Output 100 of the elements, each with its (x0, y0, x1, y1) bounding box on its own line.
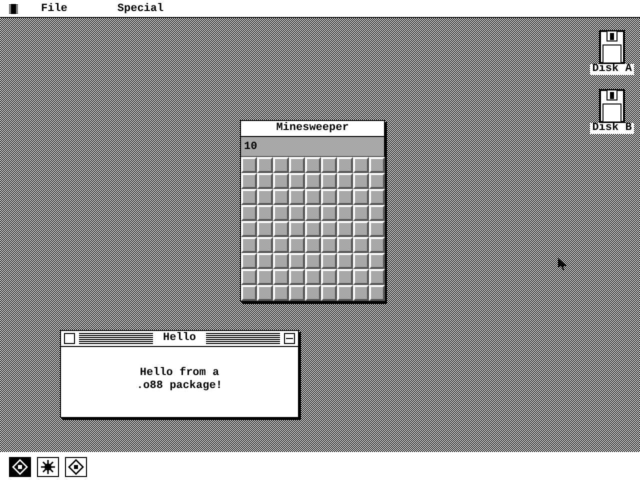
mine-cell[interactable] (353, 269, 369, 285)
mine-cell[interactable] (273, 205, 289, 221)
mine-cell[interactable] (321, 205, 337, 221)
mine-cell[interactable] (273, 237, 289, 253)
mine-cell[interactable] (257, 189, 273, 205)
mouse-pointer-icon (558, 258, 567, 271)
mine-counter: 10 (244, 140, 258, 152)
disk-label: Disk B (590, 123, 634, 134)
mine-cell[interactable] (353, 173, 369, 189)
mine-cell[interactable] (241, 285, 257, 301)
mine-cell[interactable] (337, 189, 353, 205)
mine-cell[interactable] (369, 253, 385, 269)
mine-cell[interactable] (369, 173, 385, 189)
mine-cell[interactable] (337, 205, 353, 221)
mine-cell[interactable] (369, 189, 385, 205)
disk-label: Disk A (590, 64, 634, 75)
mine-cell[interactable] (305, 253, 321, 269)
system-menu-icon[interactable] (9, 4, 18, 14)
mine-cell[interactable] (321, 285, 337, 301)
mine-cell[interactable] (353, 285, 369, 301)
close-box[interactable] (64, 333, 75, 344)
mine-cell[interactable] (289, 157, 305, 173)
mine-cell[interactable] (241, 253, 257, 269)
mine-cell[interactable] (337, 157, 353, 173)
mine-cell[interactable] (369, 205, 385, 221)
mine-cell[interactable] (273, 285, 289, 301)
taskbar-button[interactable] (65, 457, 87, 477)
taskbar-button[interactable] (9, 457, 31, 477)
menu-item[interactable]: Special (114, 0, 167, 16)
mine-cell[interactable] (353, 157, 369, 173)
mine-cell[interactable] (289, 269, 305, 285)
mine-cell[interactable] (369, 269, 385, 285)
mine-cell[interactable] (353, 253, 369, 269)
mine-cell[interactable] (337, 269, 353, 285)
mine-cell[interactable] (241, 189, 257, 205)
mine-cell[interactable] (257, 237, 273, 253)
mine-cell[interactable] (273, 269, 289, 285)
diamond-icon (12, 459, 28, 475)
mine-cell[interactable] (337, 173, 353, 189)
mine-cell[interactable] (241, 221, 257, 237)
mine-cell[interactable] (305, 237, 321, 253)
mine-cell[interactable] (321, 237, 337, 253)
mine-cell[interactable] (257, 205, 273, 221)
mine-cell[interactable] (289, 189, 305, 205)
mine-cell[interactable] (321, 221, 337, 237)
mine-cell[interactable] (353, 205, 369, 221)
mine-cell[interactable] (241, 205, 257, 221)
mine-cell[interactable] (289, 205, 305, 221)
mine-cell[interactable] (337, 237, 353, 253)
mine-cell[interactable] (241, 237, 257, 253)
starburst-icon (40, 459, 56, 475)
mine-cell[interactable] (321, 189, 337, 205)
mine-cell[interactable] (305, 189, 321, 205)
mine-cell[interactable] (305, 205, 321, 221)
mine-cell[interactable] (241, 269, 257, 285)
mine-cell[interactable] (321, 253, 337, 269)
mine-cell[interactable] (353, 237, 369, 253)
mine-cell[interactable] (337, 253, 353, 269)
mine-cell[interactable] (289, 221, 305, 237)
mine-cell[interactable] (305, 269, 321, 285)
mine-cell[interactable] (273, 173, 289, 189)
mine-cell[interactable] (273, 157, 289, 173)
window-title: Minesweeper (275, 122, 350, 135)
full-box[interactable] (284, 333, 296, 344)
mine-cell[interactable] (369, 237, 385, 253)
mine-cell[interactable] (353, 189, 369, 205)
mine-cell[interactable] (273, 221, 289, 237)
mine-cell[interactable] (305, 173, 321, 189)
mine-cell[interactable] (241, 173, 257, 189)
mine-cell[interactable] (289, 173, 305, 189)
mine-cell[interactable] (257, 173, 273, 189)
mine-cell[interactable] (241, 157, 257, 173)
mine-cell[interactable] (273, 189, 289, 205)
mine-cell[interactable] (369, 157, 385, 173)
mine-cell[interactable] (305, 157, 321, 173)
mine-cell[interactable] (321, 173, 337, 189)
mine-cell[interactable] (257, 221, 273, 237)
title-bar[interactable]: Hello (61, 331, 298, 347)
diamond-icon (68, 459, 84, 475)
mine-cell[interactable] (273, 253, 289, 269)
mine-cell[interactable] (289, 253, 305, 269)
mine-cell[interactable] (289, 237, 305, 253)
mine-cell[interactable] (321, 157, 337, 173)
mine-cell[interactable] (353, 221, 369, 237)
mine-cell[interactable] (305, 285, 321, 301)
mine-cell[interactable] (337, 221, 353, 237)
mine-cell[interactable] (369, 285, 385, 301)
menu-item[interactable]: File (38, 0, 70, 16)
mine-cell[interactable] (257, 285, 273, 301)
mine-cell[interactable] (289, 285, 305, 301)
mine-cell[interactable] (337, 285, 353, 301)
message-text: Hello from a .o88 package! (136, 367, 222, 393)
mine-cell[interactable] (321, 269, 337, 285)
mine-cell[interactable] (257, 157, 273, 173)
taskbar-button[interactable] (37, 457, 59, 477)
mine-cell[interactable] (257, 269, 273, 285)
mine-cell[interactable] (305, 221, 321, 237)
window-title: Hello (162, 332, 198, 345)
mine-cell[interactable] (257, 253, 273, 269)
mine-cell[interactable] (369, 221, 385, 237)
